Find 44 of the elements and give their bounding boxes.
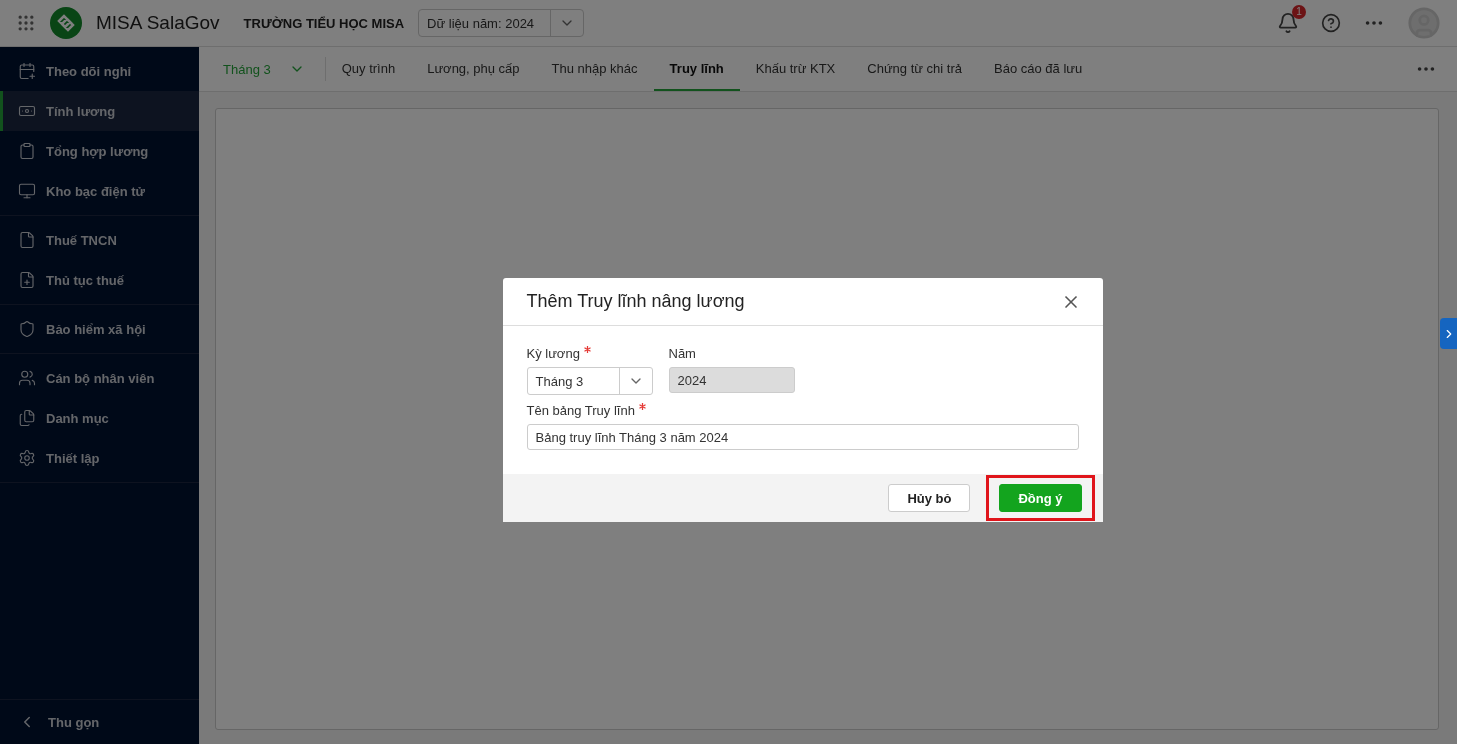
name-field[interactable]: Bảng truy lĩnh Tháng 3 năm 2024 xyxy=(526,424,1079,450)
tab[interactable]: Lương, phụ cấp xyxy=(411,47,536,91)
tab[interactable]: Thu nhập khác xyxy=(535,47,654,91)
monitor-icon xyxy=(18,182,36,200)
sidebar-item[interactable]: Cán bộ nhân viên xyxy=(0,358,199,398)
tab[interactable]: Khấu trừ KTX xyxy=(739,47,852,91)
period-select[interactable]: Tháng 3 xyxy=(223,57,326,81)
side-panel-toggle[interactable] xyxy=(1440,318,1457,349)
shield-icon xyxy=(18,320,36,338)
sidebar-item[interactable]: Tổng hợp lương xyxy=(0,131,199,171)
school-name: TRƯỜNG TIỂU HỌC MISA xyxy=(243,15,405,31)
people-icon xyxy=(18,369,36,387)
field-label: Kỳ lương xyxy=(526,346,653,361)
documents-icon xyxy=(18,409,36,427)
tab[interactable]: Chứng từ chi trả xyxy=(851,47,978,91)
field-label: Tên bảng Truy lĩnh xyxy=(526,403,1079,418)
calendar-plus-icon xyxy=(18,62,36,80)
sidebar-item[interactable]: Tính lương xyxy=(0,91,199,131)
sidebar-item[interactable]: Kho bạc điện tử xyxy=(0,171,199,211)
sidebar-item[interactable]: Bảo hiểm xã hội xyxy=(0,309,199,349)
dialog-title: Thêm Truy lĩnh nâng lương xyxy=(526,291,745,312)
sidebar-item[interactable]: Thiết lập xyxy=(0,438,199,478)
tab[interactable]: Quy trình xyxy=(325,47,412,91)
file-icon xyxy=(18,231,36,249)
year-select[interactable]: Dữ liệu năm: 2024 xyxy=(418,9,585,37)
clipboard-icon xyxy=(18,142,36,160)
notification-count: 1 xyxy=(1292,5,1306,19)
period-dropdown[interactable]: Tháng 3 xyxy=(526,367,653,395)
confirm-button[interactable]: Đồng ý xyxy=(999,484,1082,512)
apps-grid-icon[interactable] xyxy=(16,13,36,33)
tab[interactable]: Báo cáo đã lưu xyxy=(978,47,1099,91)
app-logo xyxy=(50,7,82,39)
settings-icon xyxy=(18,449,36,467)
sidebar-item[interactable]: Danh mục xyxy=(0,398,199,438)
field-label: Năm xyxy=(668,346,697,361)
notification-bell-icon[interactable] xyxy=(1277,12,1299,34)
sidebar-item[interactable]: Thuế TNCN xyxy=(0,220,199,260)
app-name: MISA SalaGov xyxy=(96,12,220,34)
cancel-button[interactable]: Hủy bỏ xyxy=(888,484,971,512)
file-plus-icon xyxy=(18,271,36,289)
sidebar-item[interactable]: Theo dõi nghỉ xyxy=(0,51,199,91)
sidebar-item[interactable]: Thủ tục thuế xyxy=(0,260,199,300)
tab[interactable]: Truy lĩnh xyxy=(653,47,740,91)
help-icon[interactable] xyxy=(1321,13,1341,33)
